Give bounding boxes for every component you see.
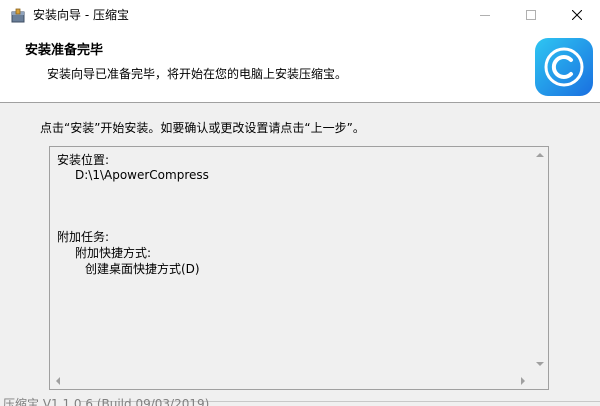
install-location-value: D:\1\ApowerCompress (75, 168, 209, 182)
page-subtitle: 安装向导已准备完毕，将开始在您的电脑上安装压缩宝。 (47, 67, 348, 81)
scroll-right-arrow-icon[interactable] (521, 377, 525, 385)
installer-window: 安装向导 - 压缩宝 安装准备完毕 安装向导已准备完毕，将开始在您的电脑上安装压… (0, 0, 600, 406)
maximize-button[interactable] (508, 0, 554, 30)
minimize-icon (480, 15, 490, 16)
window-title: 安装向导 - 压缩宝 (33, 8, 129, 22)
title-bar[interactable]: 安装向导 - 压缩宝 (0, 0, 600, 30)
instruction-text: 点击“安装”开始安装。如要确认或更改设置请点击“上一步”。 (40, 121, 365, 135)
horizontal-scrollbar[interactable] (50, 372, 531, 389)
scroll-corner (531, 372, 548, 389)
shortcut-group-label: 附加快捷方式: (75, 246, 152, 260)
close-button[interactable] (554, 0, 600, 30)
vertical-scrollbar[interactable] (531, 147, 548, 372)
apowercompress-logo-icon (535, 38, 593, 96)
desktop-shortcut-item: 创建桌面快捷方式(D) (85, 262, 200, 276)
scroll-up-arrow-icon[interactable] (536, 153, 544, 157)
install-location-label: 安装位置: (57, 153, 110, 167)
maximize-icon (526, 10, 536, 20)
installer-box-icon (11, 8, 25, 23)
scroll-left-arrow-icon[interactable] (56, 377, 60, 385)
page-title: 安装准备完毕 (25, 43, 104, 58)
wizard-header: 安装准备完毕 安装向导已准备完毕，将开始在您的电脑上安装压缩宝。 (0, 30, 600, 103)
close-icon (572, 10, 582, 20)
additional-tasks-label: 附加任务: (57, 230, 110, 244)
scroll-down-arrow-icon[interactable] (536, 362, 544, 366)
ready-summary-box[interactable]: 安装位置: D:\1\ApowerCompress 附加任务: 附加快捷方式: … (49, 146, 549, 390)
version-label: 压缩宝 V1.1.0.6 (Build 09/03/2019) (3, 397, 210, 406)
minimize-button[interactable] (462, 0, 508, 30)
